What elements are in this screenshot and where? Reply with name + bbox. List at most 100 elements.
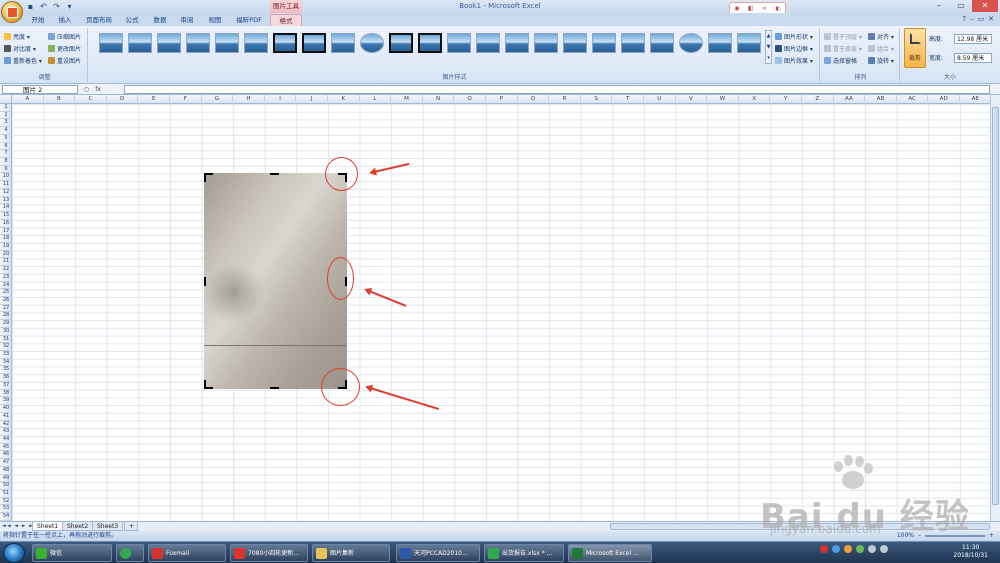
tab-format[interactable]: 格式	[270, 14, 302, 26]
row-header[interactable]: 41	[0, 413, 12, 421]
row-header[interactable]: 10	[0, 173, 12, 182]
column-header[interactable]: N	[423, 95, 455, 104]
column-header[interactable]: AA	[834, 95, 866, 104]
row-header[interactable]: 26	[0, 297, 12, 305]
float-tool-1[interactable]: ◉	[734, 5, 739, 12]
tab-formulas[interactable]: 公式	[122, 14, 142, 26]
column-header[interactable]: Y	[770, 95, 802, 104]
send-to-back-button[interactable]: 置于底层 ▾	[824, 44, 862, 53]
column-header[interactable]: J	[296, 95, 328, 104]
reset-picture-button[interactable]: 重设图片	[48, 56, 81, 65]
column-header[interactable]: S	[581, 95, 613, 104]
taskbar-item-app[interactable]	[116, 544, 144, 562]
column-header[interactable]: W	[707, 95, 739, 104]
sheet-tab-3[interactable]: Sheet3	[92, 522, 124, 531]
row-header[interactable]: 8	[0, 158, 12, 166]
row-header[interactable]: 5	[0, 135, 12, 143]
row-header[interactable]: 18	[0, 235, 12, 243]
sheet-tab-2[interactable]: Sheet2	[62, 522, 94, 531]
selection-pane-button[interactable]: 选择窗格	[824, 56, 857, 65]
change-picture-button[interactable]: 更改图片	[48, 44, 81, 53]
row-header[interactable]: 14	[0, 204, 12, 213]
style-thumb[interactable]	[99, 33, 123, 53]
column-header[interactable]: R	[549, 95, 581, 104]
formula-input[interactable]	[124, 85, 990, 94]
tab-insert[interactable]: 插入	[55, 14, 75, 26]
style-thumb[interactable]	[418, 33, 442, 53]
close-icon[interactable]: ✕	[972, 0, 998, 12]
row-header[interactable]: 31	[0, 336, 12, 344]
column-header[interactable]: X	[739, 95, 771, 104]
gallery-scroll[interactable]: ▲ ▼ ▾	[765, 30, 772, 64]
taskbar-item-excel[interactable]: Microsoft Excel ...	[568, 544, 652, 562]
width-field[interactable]: 8.59 厘米	[954, 53, 992, 63]
crop-handle-bottom[interactable]	[270, 387, 279, 389]
taskbar-item-wechat[interactable]: 微信	[32, 544, 112, 562]
row-header[interactable]: 27	[0, 305, 12, 313]
column-header[interactable]: P	[486, 95, 518, 104]
column-header[interactable]: C	[75, 95, 107, 104]
rotate-button[interactable]: 旋转 ▾	[868, 56, 894, 65]
column-header[interactable]: AC	[897, 95, 929, 104]
contrast-button[interactable]: 对比度 ▾	[4, 44, 36, 53]
style-thumb[interactable]	[128, 33, 152, 53]
row-header[interactable]: 15	[0, 212, 12, 220]
row-header[interactable]: 37	[0, 382, 12, 390]
column-header[interactable]: G	[202, 95, 234, 104]
style-thumb[interactable]	[360, 33, 384, 53]
row-header[interactable]: 7	[0, 150, 12, 159]
row-header[interactable]: 44	[0, 436, 12, 444]
column-header[interactable]: AE	[960, 95, 992, 104]
row-header[interactable]: 51	[0, 490, 12, 498]
row-header[interactable]: 30	[0, 328, 12, 336]
taskbar-item-browser[interactable]: 7080小四轮更新...	[230, 544, 308, 562]
column-header[interactable]: O	[454, 95, 486, 104]
column-header[interactable]: U	[644, 95, 676, 104]
float-tool-4[interactable]: ◐	[776, 5, 781, 12]
align-button[interactable]: 对齐 ▾	[868, 32, 894, 41]
taskbar-item-foxmail[interactable]: Foxmail	[148, 544, 226, 562]
column-header[interactable]: I	[265, 95, 297, 104]
style-thumb[interactable]	[157, 33, 181, 53]
column-header[interactable]: L	[360, 95, 392, 104]
style-thumb[interactable]	[505, 33, 529, 53]
row-header[interactable]: 42	[0, 421, 12, 429]
tab-view[interactable]: 视图	[205, 14, 225, 26]
style-thumb[interactable]	[621, 33, 645, 53]
column-header[interactable]: E	[138, 95, 170, 104]
row-header[interactable]: 33	[0, 351, 12, 359]
crop-button[interactable]: 裁剪	[904, 28, 926, 68]
row-header[interactable]: 22	[0, 266, 12, 274]
brightness-button[interactable]: 亮度 ▾	[4, 32, 30, 41]
picture-effects-button[interactable]: 图片效果 ▾	[775, 56, 813, 65]
height-field[interactable]: 12.98 厘米	[954, 34, 992, 44]
fx-icon[interactable]: fx	[95, 85, 101, 94]
column-header[interactable]: AB	[865, 95, 897, 104]
row-header[interactable]: 40	[0, 405, 12, 413]
row-header[interactable]: 20	[0, 251, 12, 259]
row-header[interactable]: 25	[0, 289, 12, 297]
row-header[interactable]: 2	[0, 112, 12, 120]
tab-home[interactable]: 开始	[28, 14, 48, 26]
row-header[interactable]: 39	[0, 397, 12, 406]
style-thumb[interactable]	[534, 33, 558, 53]
row-header[interactable]: 49	[0, 475, 12, 483]
row-header[interactable]: 9	[0, 166, 12, 174]
row-header[interactable]: 38	[0, 390, 12, 398]
column-header[interactable]: H	[233, 95, 265, 104]
crop-handle-bottom-left-v[interactable]	[204, 380, 206, 389]
insert-sheet-icon[interactable]: +	[124, 522, 138, 531]
float-tool-2[interactable]: ◧	[748, 5, 754, 12]
row-header[interactable]: 43	[0, 428, 12, 436]
style-thumb[interactable]	[737, 33, 761, 53]
style-thumb[interactable]	[650, 33, 674, 53]
tray-icon-2[interactable]	[832, 545, 840, 553]
start-button[interactable]	[3, 543, 25, 563]
column-header[interactable]: D	[107, 95, 139, 104]
column-header[interactable]: AD	[928, 95, 960, 104]
name-box[interactable]: 图片 2	[2, 85, 78, 94]
column-header[interactable]: T	[612, 95, 644, 104]
doc-restore-icon[interactable]: ▭	[978, 15, 985, 23]
picture-shape-button[interactable]: 图片形状 ▾	[775, 32, 813, 41]
tray-icon-3[interactable]	[844, 545, 852, 553]
